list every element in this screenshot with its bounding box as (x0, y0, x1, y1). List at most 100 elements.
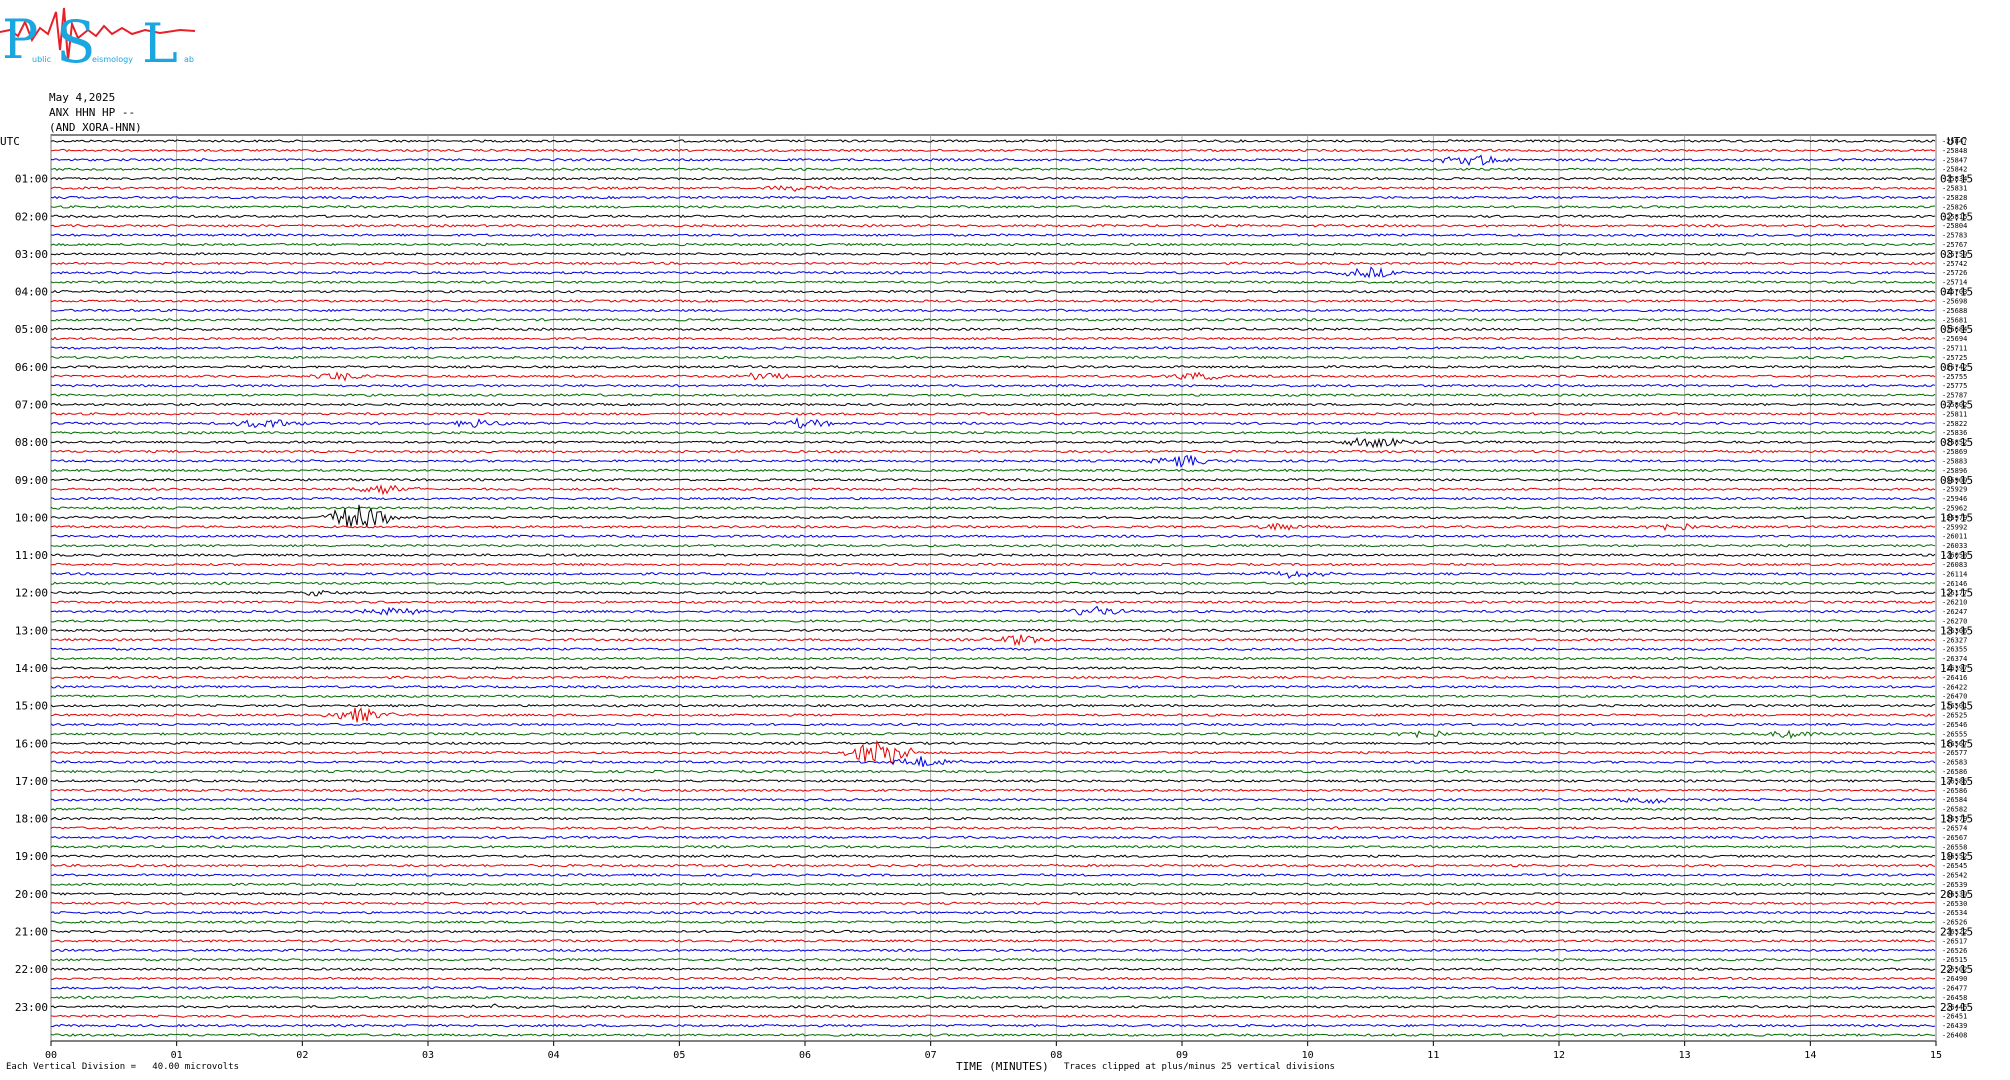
trace-line (50, 365, 1936, 369)
hour-label-left: 15:00 (15, 700, 48, 713)
trace-line (50, 522, 1936, 532)
trace-line (50, 647, 1936, 652)
trace-offset-label: -26584 (1942, 796, 1967, 804)
trace-line (50, 139, 1936, 143)
trace-offset-label: -25804 (1942, 222, 1967, 230)
plot-frame (50, 134, 1937, 1042)
hour-label-left: 13:00 (15, 624, 48, 637)
trace-line (50, 553, 1936, 557)
trace-offset-label: -25831 (1942, 185, 1967, 193)
hour-label-left: 10:00 (15, 511, 48, 524)
trace-line (50, 289, 1936, 294)
x-tick-label: 14 (1804, 1050, 1816, 1061)
x-tick-label: 09 (1176, 1050, 1188, 1061)
trace-line (50, 957, 1936, 962)
trace-line (50, 628, 1936, 633)
trace-line (50, 788, 1936, 793)
trace-line (50, 863, 1936, 868)
trace-offset-label: -25828 (1942, 194, 1967, 202)
x-tick-label: 06 (799, 1050, 811, 1061)
trace-offset-label: -25869 (1942, 448, 1967, 456)
trace-line (50, 1023, 1936, 1028)
trace-offset-label: -26577 (1942, 749, 1967, 757)
hour-label-left: 01:00 (15, 173, 48, 186)
trace-offset-label: -25755 (1942, 373, 1967, 381)
hour-label-left: 14:00 (15, 662, 48, 675)
trace-offset-label: -25711 (1942, 345, 1967, 353)
trace-offset-label: -25883 (1942, 457, 1967, 465)
trace-line (50, 534, 1936, 538)
x-tick-label: 05 (673, 1050, 685, 1061)
trace-line (50, 318, 1936, 322)
trace-line (50, 205, 1936, 209)
x-tick-label: 01 (171, 1050, 183, 1061)
trace-offset-label: -26546 (1942, 721, 1967, 729)
x-tick-label: 03 (422, 1050, 434, 1061)
trace-offset-label: -25783 (1942, 232, 1967, 240)
trace-offset-label: -26439 (1942, 1022, 1967, 1030)
trace-line (50, 570, 1936, 579)
trace-line (50, 844, 1936, 849)
x-tick-label: 08 (1050, 1050, 1062, 1061)
hour-label-left: 16:00 (15, 737, 48, 750)
trace-line (50, 619, 1936, 623)
trace-offset-label: -25822 (1942, 420, 1967, 428)
trace-line (50, 468, 1936, 473)
x-tick-label: 10 (1302, 1050, 1314, 1061)
trace-line (50, 496, 1936, 501)
x-tick-label: 11 (1427, 1050, 1439, 1061)
trace-line (51, 600, 1936, 604)
trace-line (50, 223, 1936, 228)
trace-offset-label: -25726 (1942, 269, 1967, 277)
trace-offset-label: -26545 (1942, 862, 1967, 870)
trace-line (50, 729, 1936, 740)
trace-offset-label: -26542 (1942, 872, 1967, 880)
hour-label-left: 04:00 (15, 286, 48, 299)
trace-offset-label: -26574 (1942, 824, 1967, 832)
hour-label-left: 06:00 (15, 361, 48, 374)
trace-offset-label: -26530 (1942, 900, 1967, 908)
trace-line (50, 685, 1936, 689)
trace-line (50, 694, 1936, 698)
trace-offset-label: -26490 (1942, 975, 1967, 983)
trace-line (50, 873, 1936, 877)
trace-line (50, 581, 1936, 586)
trace-line (50, 430, 1936, 435)
trace-line (50, 176, 1936, 181)
hour-label-left: 05:00 (15, 323, 48, 336)
trace-offset-label: -25688 (1942, 307, 1967, 315)
trace-line (50, 854, 1936, 859)
trace-line (50, 995, 1936, 1000)
trace-offset-label: -25694 (1942, 335, 1967, 343)
trace-line (50, 449, 1936, 454)
trace-line (50, 402, 1936, 407)
trace-line (50, 920, 1936, 924)
trace-line (50, 948, 1936, 953)
x-tick-label: 12 (1553, 1050, 1565, 1061)
trace-line (50, 327, 1935, 331)
trace-line (51, 976, 1936, 981)
trace-offset-label: -25742 (1942, 260, 1967, 268)
trace-offset-label: -26517 (1942, 937, 1967, 945)
trace-line (50, 393, 1936, 397)
trace-line (50, 882, 1936, 887)
trace-line (50, 1003, 1936, 1009)
trace-line (50, 797, 1936, 805)
trace-offset-label: -26526 (1942, 947, 1967, 955)
trace-offset-label: -26422 (1942, 683, 1967, 691)
trace-line (50, 154, 1936, 167)
x-axis-title: TIME (MINUTES) (956, 1060, 1049, 1073)
trace-line (50, 167, 1936, 171)
hour-label-left: 19:00 (15, 850, 48, 863)
hour-label-left: 17:00 (15, 775, 48, 788)
trace-line (50, 299, 1936, 303)
trace-line (50, 483, 1936, 496)
trace-line (50, 383, 1936, 388)
trace-line (50, 214, 1936, 219)
trace-line (50, 779, 1936, 783)
hour-label-left: 08:00 (15, 436, 48, 449)
trace-line (50, 741, 1936, 746)
trace-line (50, 242, 1936, 247)
trace-offset-label: -25929 (1942, 486, 1967, 494)
trace-line (50, 892, 1936, 896)
